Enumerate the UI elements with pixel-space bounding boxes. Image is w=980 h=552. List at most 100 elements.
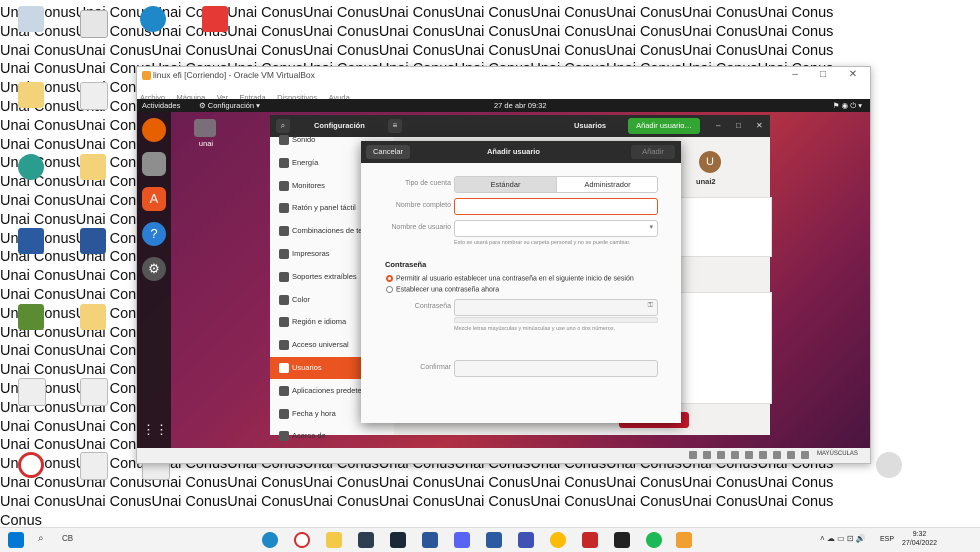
desktop-icon-folder2[interactable] xyxy=(66,302,118,362)
start-icon[interactable] xyxy=(8,532,24,548)
desktop-home-folder[interactable]: unai xyxy=(194,119,218,148)
radio-password-now[interactable]: Establecer una contraseña ahora xyxy=(386,286,499,293)
show-apps-icon[interactable]: ⋮⋮ xyxy=(142,418,168,442)
gnome-topbar: Actividades ⚙ Configuración ▾ 27 de abr … xyxy=(137,99,870,112)
virtualbox-taskbar-icon[interactable] xyxy=(486,532,502,548)
desktop-icon-folder[interactable] xyxy=(66,152,118,212)
maximize-button[interactable]: □ xyxy=(813,69,833,80)
desktop-icon-edge-beta[interactable] xyxy=(4,152,56,212)
password-hint: Mezcle letras mayúsculas y minúsculas y … xyxy=(454,326,616,332)
activities-button[interactable]: Actividades xyxy=(142,101,180,110)
desktop-icon-doc3[interactable] xyxy=(66,376,118,436)
confirm-label: Confirmar xyxy=(420,364,451,371)
app-taskbar-icon[interactable] xyxy=(358,532,374,548)
pdf-icon xyxy=(202,6,228,32)
steam-icon[interactable] xyxy=(390,532,406,548)
word-icon xyxy=(80,228,106,254)
desktop-icon-word[interactable] xyxy=(66,226,118,286)
desktop-icon-opera[interactable] xyxy=(4,450,56,510)
taskbar-clock[interactable]: 9:32 27/04/2022 xyxy=(902,530,937,548)
taskbar-search-text[interactable]: CB xyxy=(62,534,73,543)
minimize-icon[interactable]: – xyxy=(716,121,720,130)
desktop-icon-pdf[interactable] xyxy=(188,4,240,64)
user-avatar[interactable]: U xyxy=(699,151,721,173)
gnome-clock[interactable]: 27 de abr 09:32 xyxy=(494,101,547,110)
minimize-button[interactable]: – xyxy=(785,69,805,80)
guest-screen[interactable]: Actividades ⚙ Configuración ▾ 27 de abr … xyxy=(137,99,870,448)
password-label: Contraseña xyxy=(414,303,451,310)
username-hint: Esto se usará para nombrar su carpeta pe… xyxy=(454,240,631,246)
close-button[interactable]: ✕ xyxy=(843,69,863,80)
help-icon[interactable]: ? xyxy=(142,222,166,246)
add-user-button[interactable]: Añadir usuario… xyxy=(628,118,700,134)
language-indicator[interactable]: ESP xyxy=(880,536,894,543)
account-admin-toggle[interactable]: Administrador xyxy=(556,177,657,192)
close-icon[interactable]: ✕ xyxy=(756,121,763,130)
sidebar-item-icon xyxy=(279,203,289,214)
chevron-down-icon[interactable]: ▾ xyxy=(649,223,653,231)
app-menu[interactable]: ⚙ Configuración ▾ xyxy=(199,101,260,110)
hdd-icon[interactable] xyxy=(689,451,697,459)
desktop-icon-app[interactable] xyxy=(66,8,118,68)
cancel-button[interactable]: Cancelar xyxy=(366,145,410,159)
sidebar-item-label: Ratón y panel táctil xyxy=(292,203,356,213)
desktop-icon-recycle-bin[interactable] xyxy=(4,4,56,64)
password-field[interactable]: ⚿ xyxy=(454,299,658,316)
search-icon[interactable]: ⌕ xyxy=(38,533,44,544)
sidebar-item[interactable]: Acerca de xyxy=(270,425,394,447)
username-combo[interactable]: ▾ xyxy=(454,220,658,237)
sidebar-item-icon xyxy=(279,408,289,419)
word-taskbar-icon[interactable] xyxy=(422,532,438,548)
account-standard-toggle[interactable]: Estándar xyxy=(455,177,556,192)
discord-icon[interactable] xyxy=(454,532,470,548)
add-button[interactable]: Añadir xyxy=(631,145,675,159)
system-menu-icons[interactable]: ⚑ ◉ ⏻ ▾ xyxy=(833,101,862,111)
chrome-icon[interactable] xyxy=(550,532,566,548)
app3-taskbar-icon[interactable] xyxy=(582,532,598,548)
spotify-icon[interactable] xyxy=(646,532,662,548)
optical-icon[interactable] xyxy=(703,451,711,459)
users-title: Usuarios xyxy=(574,121,607,130)
audio-icon[interactable] xyxy=(717,451,725,459)
desktop-icon-minecraft[interactable] xyxy=(4,302,56,362)
desktop-icon-edge[interactable] xyxy=(126,4,178,64)
tray-icons[interactable]: ˄ ☁ ▭ ⊡ 🔊 xyxy=(820,534,866,543)
opera-taskbar-icon[interactable] xyxy=(294,532,310,548)
firefox-icon[interactable] xyxy=(142,118,166,142)
desktop-icon-doc[interactable] xyxy=(66,80,118,140)
usb-icon[interactable] xyxy=(745,451,753,459)
sidebar-item-label: Color xyxy=(292,294,310,304)
password-strength-meter xyxy=(454,317,658,323)
radio-password-later[interactable]: Permitir al usuario establecer una contr… xyxy=(386,275,634,282)
sidebar-item-label: Impresoras xyxy=(292,249,330,258)
recycle-bin-icon xyxy=(18,6,44,32)
edge-taskbar-icon[interactable] xyxy=(262,532,278,548)
display-icon[interactable] xyxy=(773,451,781,459)
settings-icon[interactable]: ⚙ xyxy=(142,257,166,281)
maximize-icon[interactable]: □ xyxy=(736,121,741,130)
vbox-menubar: Archivo Máquina Ver Entrada Dispositivos… xyxy=(137,85,870,102)
desktop-icon-doc4[interactable] xyxy=(66,450,118,510)
desktop-icon-file[interactable] xyxy=(4,80,56,140)
recording-icon[interactable] xyxy=(787,451,795,459)
fullname-field[interactable] xyxy=(454,198,658,215)
epic-games-icon[interactable] xyxy=(614,532,630,548)
file-explorer-icon[interactable] xyxy=(326,532,342,548)
software-icon[interactable]: A xyxy=(142,187,166,211)
desktop-icon-doc2[interactable] xyxy=(4,376,56,436)
windows-taskbar: ⌕ CB ˄ ☁ ▭ ⊡ 🔊 ESP 9:32 27/04/2022 xyxy=(0,527,980,552)
mouse-integration-icon[interactable] xyxy=(801,451,809,459)
account-type-label: Tipo de cuenta xyxy=(404,180,451,187)
network-icon[interactable] xyxy=(731,451,739,459)
files-icon[interactable] xyxy=(142,152,166,176)
password-section-title: Contraseña xyxy=(385,260,427,269)
vm-taskbar-icon[interactable] xyxy=(676,532,692,548)
sidebar-item-label: Soportes extraíbles xyxy=(292,271,357,281)
minecraft-icon xyxy=(18,304,44,330)
confirm-field[interactable] xyxy=(454,360,658,377)
app2-taskbar-icon[interactable] xyxy=(518,532,534,548)
desktop-icon-virtualbox[interactable] xyxy=(4,226,56,286)
shared-folder-icon[interactable] xyxy=(759,451,767,459)
key-icon[interactable]: ⚿ xyxy=(648,302,653,310)
vbox-titlebar[interactable]: linux efi [Corriendo] - Oracle VM Virtua… xyxy=(137,67,870,85)
